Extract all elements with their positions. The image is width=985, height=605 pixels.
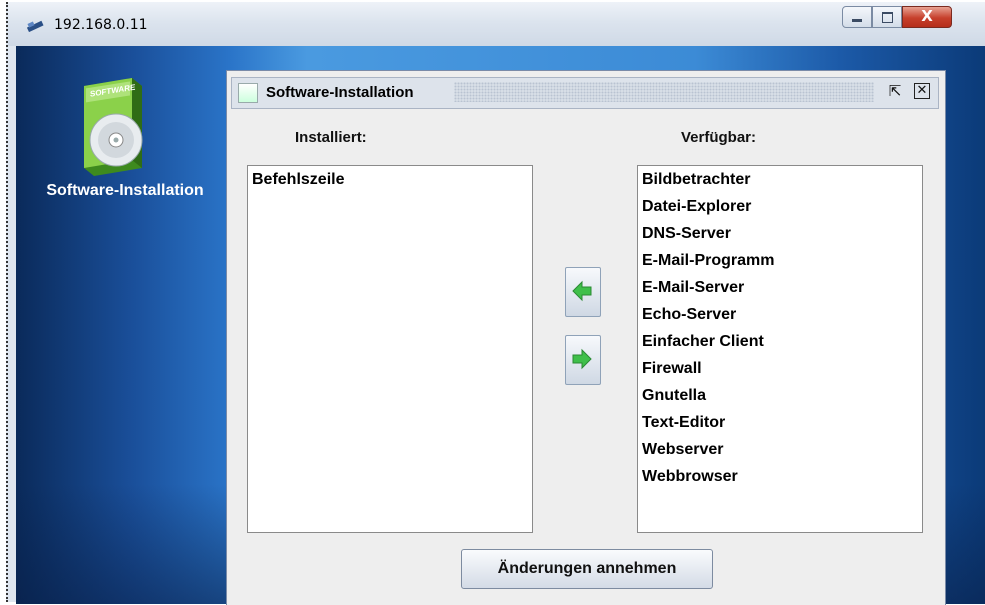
arrow-right-icon bbox=[572, 348, 592, 370]
list-item[interactable]: DNS-Server bbox=[638, 220, 922, 247]
list-item[interactable]: Text-Editor bbox=[638, 409, 922, 436]
titlebar-texture bbox=[454, 82, 874, 102]
list-item[interactable]: Bildbetrachter bbox=[638, 166, 922, 193]
installed-heading: Installiert: bbox=[295, 129, 367, 146]
window-close-button[interactable]: X bbox=[902, 6, 952, 28]
window-controls: X bbox=[842, 6, 952, 30]
installed-list-items: Befehlszeile bbox=[248, 166, 532, 193]
window-titlebar[interactable]: 192.168.0.11 X bbox=[8, 2, 985, 46]
network-computer-icon bbox=[26, 20, 44, 32]
list-item[interactable]: Datei-Explorer bbox=[638, 193, 922, 220]
dialog-title: Software-Installation bbox=[266, 84, 414, 101]
move-to-available-button[interactable] bbox=[565, 335, 601, 385]
list-item[interactable]: Firewall bbox=[638, 355, 922, 382]
move-to-installed-button[interactable] bbox=[565, 267, 601, 317]
detach-icon[interactable]: ⇱ bbox=[886, 82, 904, 100]
maximize-icon bbox=[882, 12, 893, 23]
minimize-button[interactable] bbox=[842, 6, 872, 28]
list-item[interactable]: E-Mail-Server bbox=[638, 274, 922, 301]
remote-window: 192.168.0.11 X SOFTWARE Software-Install… bbox=[6, 2, 985, 605]
desktop-icon-label[interactable]: Software-Installation bbox=[36, 182, 214, 200]
available-list[interactable]: Bildbetrachter Datei-Explorer DNS-Server E-… bbox=[637, 165, 923, 533]
list-item[interactable]: Echo-Server bbox=[638, 301, 922, 328]
maximize-button[interactable] bbox=[872, 6, 902, 28]
accept-changes-button[interactable]: Änderungen annehmen bbox=[461, 549, 713, 589]
list-item[interactable]: Webserver bbox=[638, 436, 922, 463]
dialog-titlebar[interactable]: Software-Installation ⇱ ✕ bbox=[231, 77, 939, 109]
software-installation-icon[interactable]: SOFTWARE bbox=[76, 76, 148, 176]
window-title: 192.168.0.11 bbox=[54, 17, 148, 33]
available-heading: Verfügbar: bbox=[681, 129, 757, 146]
arrow-left-icon bbox=[572, 280, 592, 302]
installed-list[interactable]: Befehlszeile bbox=[247, 165, 533, 533]
minimize-icon bbox=[852, 19, 862, 22]
list-item[interactable]: Befehlszeile bbox=[248, 166, 532, 193]
list-item[interactable]: E-Mail-Programm bbox=[638, 247, 922, 274]
available-list-items: Bildbetrachter Datei-Explorer DNS-Server E-… bbox=[638, 166, 922, 490]
list-item[interactable]: Einfacher Client bbox=[638, 328, 922, 355]
close-icon[interactable]: ✕ bbox=[914, 83, 930, 99]
list-item[interactable]: Webbrowser bbox=[638, 463, 922, 490]
close-icon: X bbox=[921, 7, 933, 25]
software-installation-dialog: Software-Installation ⇱ ✕ Installiert: V… bbox=[226, 70, 946, 605]
dialog-app-icon bbox=[238, 83, 258, 103]
list-item[interactable]: Gnutella bbox=[638, 382, 922, 409]
